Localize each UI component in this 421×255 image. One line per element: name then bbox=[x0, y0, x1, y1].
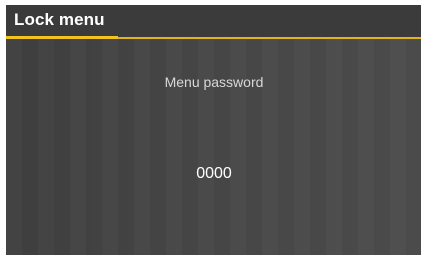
title-bar: Lock menu bbox=[6, 5, 421, 39]
menu-password-label: Menu password bbox=[164, 74, 264, 90]
title-accent-underline bbox=[6, 36, 118, 39]
lock-menu-screen: Lock menu Menu password 0000 bbox=[6, 5, 421, 255]
page-title: Lock menu bbox=[14, 10, 105, 29]
password-input[interactable]: 0000 bbox=[6, 165, 421, 183]
